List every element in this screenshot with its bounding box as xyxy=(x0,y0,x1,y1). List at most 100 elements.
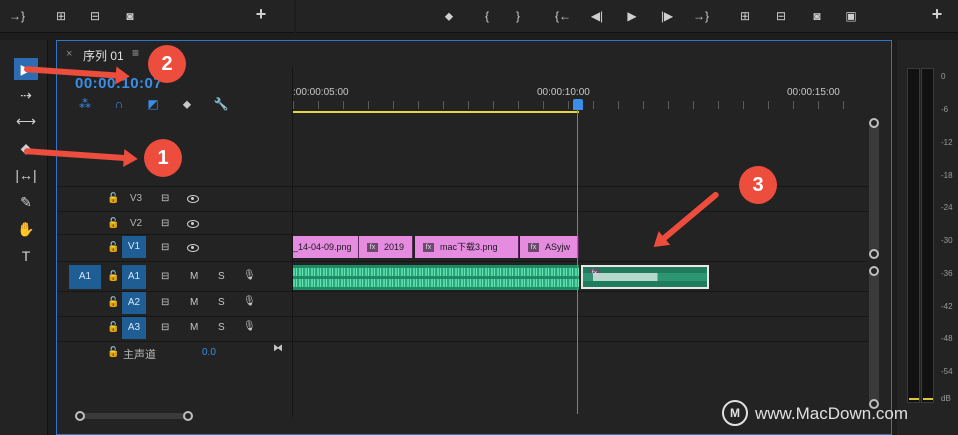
slip-tool-icon[interactable]: |↔| xyxy=(14,164,38,186)
watermark-text: www.MacDown.com xyxy=(755,404,909,423)
overwrite-icon[interactable]: ⊟ xyxy=(772,8,790,24)
track-name-v3[interactable]: V3 xyxy=(124,188,148,210)
step-forward-icon[interactable]: |▶ xyxy=(658,8,676,24)
zoom-handle-right[interactable] xyxy=(183,411,193,421)
meter-scale-label: -12 xyxy=(941,138,953,147)
video-clip[interactable]: _14-04-09.png xyxy=(293,236,359,258)
master-volume-value[interactable]: 0.0 xyxy=(202,347,216,358)
video-clip[interactable]: fx ASyjw xyxy=(520,236,579,258)
lock-icon[interactable]: 🔓 xyxy=(107,271,119,282)
nest-icon[interactable]: ⁂ xyxy=(77,96,93,112)
track-separator xyxy=(57,316,293,317)
timeline-panel: × 序列 01 ≡ 00:00:10:07 ⁂ ∩ ◩ ⬥ 🔧 :00:00:0… xyxy=(56,40,892,435)
scroll-handle[interactable] xyxy=(869,249,879,259)
sync-lock-icon[interactable]: ⊟ xyxy=(161,193,169,204)
mute-button[interactable]: M xyxy=(190,322,198,333)
track-separator xyxy=(57,234,293,235)
marker-icon[interactable]: ⬥ xyxy=(440,8,458,24)
add-button[interactable]: + xyxy=(252,5,270,23)
ruler-label: :00:00:05:00 xyxy=(293,87,349,98)
sync-lock-icon[interactable]: ⊟ xyxy=(161,218,169,229)
eye-icon[interactable] xyxy=(187,244,199,252)
meter-scale-label: -18 xyxy=(941,171,953,180)
track-separator xyxy=(293,186,868,187)
panel-menu-icon[interactable]: ≡ xyxy=(132,46,139,60)
compare-icon[interactable]: ▣ xyxy=(842,8,860,24)
lock-icon[interactable]: 🔓 xyxy=(107,218,119,229)
meter-channel-right xyxy=(921,68,934,403)
lock-icon[interactable]: 🔓 xyxy=(107,322,119,333)
solo-button[interactable]: S xyxy=(218,322,225,333)
pen-tool-icon[interactable]: ✎ xyxy=(14,191,38,213)
eye-icon[interactable] xyxy=(187,220,199,228)
lock-icon[interactable]: 🔓 xyxy=(107,193,119,204)
ripple-edit-tool-icon[interactable]: ⟷ xyxy=(14,110,38,132)
audio-vertical-scrollbar[interactable] xyxy=(869,271,879,405)
scroll-handle[interactable] xyxy=(869,266,879,276)
lock-icon[interactable]: 🔓 xyxy=(107,297,119,308)
sequence-tab[interactable]: 序列 01 xyxy=(83,47,124,64)
horizontal-zoom-scrollbar[interactable] xyxy=(79,413,189,419)
close-icon[interactable]: × xyxy=(66,48,72,60)
waveform xyxy=(293,268,579,276)
mute-button[interactable]: M xyxy=(190,297,198,308)
track-name-a3[interactable]: A3 xyxy=(122,317,146,339)
solo-button[interactable]: S xyxy=(218,297,225,308)
play-icon[interactable]: ▶ xyxy=(623,8,641,24)
lift-icon[interactable]: ⊞ xyxy=(52,8,70,24)
zoom-handle-left[interactable] xyxy=(75,411,85,421)
add-button[interactable]: + xyxy=(928,5,946,23)
sync-lock-icon[interactable]: ⊟ xyxy=(161,322,169,333)
audio-meter-panel: 0 -6 -12 -18 -24 -30 -36 -42 -48 -54 dB xyxy=(897,40,958,435)
meter-peak-right xyxy=(923,398,933,400)
lock-icon[interactable]: 🔓 xyxy=(107,347,119,358)
playhead-handle[interactable] xyxy=(573,99,583,110)
fx-badge: fx xyxy=(528,243,539,253)
track-select-tool-icon[interactable]: ⇢ xyxy=(14,84,38,106)
selected-audio-clip[interactable]: fx xyxy=(581,265,709,289)
track-name-a1[interactable]: A1 xyxy=(122,265,146,289)
mark-out-icon[interactable]: } xyxy=(509,8,527,24)
solo-button[interactable]: S xyxy=(218,271,225,282)
meter-scale-label: -30 xyxy=(941,236,953,245)
go-to-end-icon[interactable]: ⧓ xyxy=(273,343,283,354)
clip-label: mac下载3.png xyxy=(440,242,498,252)
track-name-v1[interactable]: V1 xyxy=(122,236,146,258)
snap-icon[interactable]: ∩ xyxy=(111,96,127,112)
step-back-icon[interactable]: ◀| xyxy=(588,8,606,24)
master-track-label: 主声道 xyxy=(123,349,156,361)
meter-scale-label: -48 xyxy=(941,334,953,343)
camera-icon[interactable]: ◙ xyxy=(121,8,139,24)
insert-icon[interactable]: ⊞ xyxy=(736,8,754,24)
go-to-out-icon[interactable]: →} xyxy=(692,8,710,24)
video-clip[interactable]: fx 2019 xyxy=(359,236,413,258)
export-frame-icon[interactable]: ◙ xyxy=(808,8,826,24)
scroll-handle[interactable] xyxy=(869,118,879,128)
sync-lock-icon[interactable]: ⊟ xyxy=(161,271,169,282)
audio-clip[interactable] xyxy=(293,265,579,290)
extract-icon[interactable]: ⊟ xyxy=(86,8,104,24)
source-patch-a1[interactable]: A1 xyxy=(69,265,101,289)
mute-button[interactable]: M xyxy=(190,271,198,282)
settings-wrench-icon[interactable]: 🔧 xyxy=(213,96,229,112)
track-separator xyxy=(293,211,868,212)
sync-lock-icon[interactable]: ⊟ xyxy=(161,242,169,253)
video-clip[interactable]: fx mac下载3.png xyxy=(415,236,519,258)
eye-icon[interactable] xyxy=(187,195,199,203)
sync-lock-icon[interactable]: ⊟ xyxy=(161,297,169,308)
add-marker-icon[interactable]: ⬥ xyxy=(179,96,195,112)
hand-tool-icon[interactable]: ✋ xyxy=(14,218,38,240)
video-vertical-scrollbar[interactable] xyxy=(869,123,879,257)
microphone-icon[interactable]: 🎙 xyxy=(243,270,256,281)
mark-in-icon[interactable]: { xyxy=(478,8,496,24)
track-name-v2[interactable]: V2 xyxy=(124,213,148,235)
track-name-a2[interactable]: A2 xyxy=(122,292,146,314)
lock-icon[interactable]: 🔓 xyxy=(107,242,119,253)
go-to-in-icon[interactable]: {← xyxy=(554,8,572,24)
linked-selection-icon[interactable]: ◩ xyxy=(145,96,161,112)
type-tool-icon[interactable]: T xyxy=(14,245,38,267)
microphone-icon[interactable]: 🎙 xyxy=(243,321,256,332)
work-area-bar[interactable] xyxy=(293,111,579,113)
mark-out-icon[interactable]: →} xyxy=(8,8,26,24)
microphone-icon[interactable]: 🎙 xyxy=(243,296,256,307)
